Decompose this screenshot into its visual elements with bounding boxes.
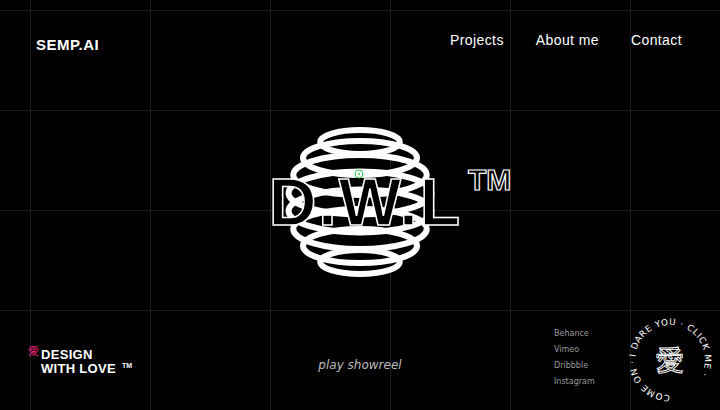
hero-title: D.W.LTM [269,169,512,235]
header: SEMP.AI Projects About me Contact [0,0,720,84]
nav-link[interactable]: About me [536,32,599,48]
svg-text:愛: 愛 [656,344,684,377]
nav-link[interactable]: Projects [450,32,504,48]
tagline-line: WITH LOVE [41,362,116,376]
svg-text:COME ON · I DARE YOU · CLICK M: COME ON · I DARE YOU · CLICK ME · [627,317,713,403]
click-badge[interactable]: COME ON · I DARE YOU · CLICK ME ·愛 [624,314,716,406]
footer: 愛DESIGNWITH LOVETMplay showreelBehanceVi… [0,320,720,410]
logo[interactable]: SEMP.AI [36,32,99,53]
hero: D.W.LTM [0,84,720,320]
tagline: 愛DESIGNWITH LOVE TM [28,348,290,390]
nav: Projects About me Contact [450,32,682,48]
title: D.W.L [269,169,462,235]
nav-link[interactable]: Contact [631,32,682,48]
showreel-link[interactable]: play showreel [318,358,401,390]
trademark: TM [122,362,132,369]
page: SEMP.AIProjectsAbout meContactD.W.LTM愛DE… [0,0,720,410]
trademark: TM [468,165,511,195]
love-glyph: 愛 [28,346,39,357]
tagline-line: DESIGN [41,348,116,362]
